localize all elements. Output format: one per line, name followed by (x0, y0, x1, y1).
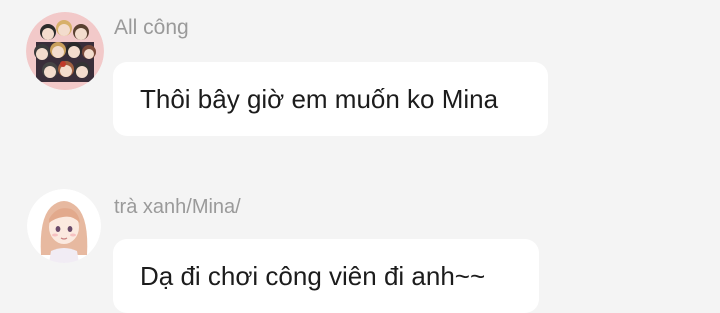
message-bubble[interactable]: Thôi bây giờ em muốn ko Mina (113, 62, 548, 136)
sender-name: trà xanh/Mina/ (114, 196, 241, 218)
sender-name: All công (114, 16, 189, 39)
sender-avatar[interactable] (27, 189, 101, 263)
group-chibi-avatar-icon (26, 12, 104, 90)
girl-avatar-icon (27, 189, 101, 263)
message-bubble[interactable]: Dạ đi chơi công viên đi anh~~ (113, 239, 539, 313)
sender-avatar[interactable] (26, 12, 104, 90)
